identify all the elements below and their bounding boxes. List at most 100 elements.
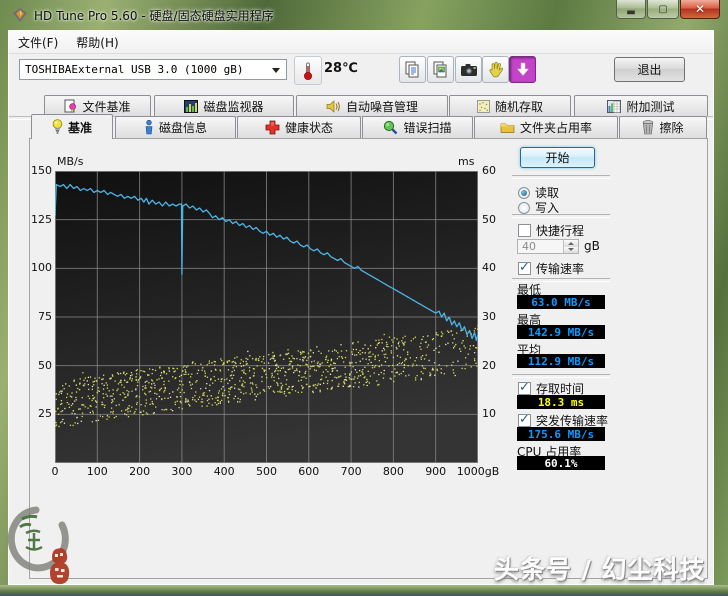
copy-text-button[interactable] <box>399 56 426 83</box>
bar-chart-icon <box>184 99 199 113</box>
min-value: 63.0 MB/s <box>517 295 605 309</box>
separator <box>512 374 610 378</box>
axis-tick-label: 300 <box>171 465 193 478</box>
spinner-down-icon[interactable] <box>564 246 578 253</box>
separator <box>512 214 610 218</box>
axis-tick-label: 50 <box>482 212 496 226</box>
tab-label: 错误扫描 <box>403 121 452 135</box>
axis-tick-label: 150 <box>31 164 52 177</box>
tab-label: 基准 <box>67 120 92 135</box>
benchmark-plot <box>55 171 478 463</box>
tab-label: 随机存取 <box>494 99 543 114</box>
axis-tick-label: 20 <box>482 358 496 372</box>
window-body: 文件(F) 帮助(H) TOSHIBAExternal USB 3.0 (100… <box>8 30 714 585</box>
toolbar: TOSHIBAExternal USB 3.0 (1000 gB) 28℃ 退出 <box>9 54 713 120</box>
thermometer-icon <box>304 62 312 80</box>
spinner-arrows[interactable] <box>563 240 578 253</box>
max-value: 142.9 MB/s <box>517 325 605 339</box>
axis-tick-label: 700 <box>340 465 362 478</box>
download-arrow-icon <box>516 62 529 76</box>
tab-label: 健康状态 <box>284 121 333 135</box>
axis-tick-label: 30 <box>482 310 496 323</box>
magnifier-icon <box>384 120 398 135</box>
folder-icon <box>500 123 515 133</box>
short-stroke-checkbox[interactable] <box>518 224 531 237</box>
axis-tick-label: 900 <box>425 465 447 478</box>
minimize-icon: ▬ <box>626 6 636 18</box>
aam-hand-button[interactable] <box>482 56 509 83</box>
axis-tick-label: 1000gB <box>456 465 500 478</box>
benchmark-tab-page: MB/s ms 150 125 100 75 50 25 60 50 40 30 20 10 0 100 2… <box>29 138 708 579</box>
burst-rate-checkbox[interactable] <box>518 412 531 427</box>
short-stroke-option[interactable]: 快捷行程 <box>518 222 584 239</box>
transfer-rate-option[interactable]: 传输速率 <box>518 260 584 277</box>
copy-image-button[interactable] <box>427 56 454 83</box>
axis-tick-label: 500 <box>256 465 277 478</box>
short-stroke-label: 快捷行程 <box>536 224 585 238</box>
drive-select-value: TOSHIBAExternal USB 3.0 (1000 gB) <box>25 63 244 76</box>
transfer-rate-checkbox[interactable] <box>518 260 531 275</box>
watermark-text: 头条号 / 幻尘科技 <box>494 555 706 584</box>
start-button[interactable]: 开始 <box>520 147 595 168</box>
menubar: 文件(F) 帮助(H) <box>9 31 713 54</box>
tab-file-benchmark[interactable]: 文件基准 <box>44 95 151 116</box>
document-bulb-icon <box>64 99 77 113</box>
copy-image-icon <box>433 61 447 78</box>
tab-erase[interactable]: 擦除 <box>619 116 707 138</box>
screenshot-button[interactable] <box>455 56 482 83</box>
short-stroke-spinner[interactable]: 40 <box>517 239 579 254</box>
save-results-button[interactable] <box>509 56 536 83</box>
tab-extra-tests[interactable]: 附加测试 <box>574 95 708 116</box>
right-axis-unit-label: ms <box>458 155 475 168</box>
axis-tick-label: 400 <box>213 465 235 478</box>
axis-tick-label: 60 <box>482 164 496 177</box>
benchmark-plot-canvas <box>55 171 478 463</box>
left-axis-unit-label: MB/s <box>57 155 84 168</box>
exit-button-label: 退出 <box>637 63 662 77</box>
tab-disk-info[interactable]: 磁盘信息 <box>115 116 236 138</box>
burst-rate-value: 175.6 MB/s <box>517 427 605 441</box>
tab-folder-usage[interactable]: 文件夹占用率 <box>474 116 618 138</box>
tab-label: 自动噪音管理 <box>345 99 418 114</box>
tab-auto-acoustic[interactable]: 自动噪音管理 <box>296 95 448 116</box>
axis-tick-label: 25 <box>38 407 52 421</box>
tab-error-scan[interactable]: 错误扫描 <box>362 116 473 138</box>
axis-tick-label: 50 <box>38 358 52 372</box>
access-time-checkbox[interactable] <box>518 380 531 395</box>
exit-button[interactable]: 退出 <box>614 57 685 82</box>
short-stroke-unit-label: gB <box>584 239 600 253</box>
tab-disk-monitor[interactable]: 磁盘监视器 <box>154 95 294 116</box>
desktop-screenshot: HD Tune Pro 5.60 - 硬盘/固态硬盘实用程序 ▬ ▢ ✕ 文件(… <box>0 0 728 596</box>
red-cross-icon <box>265 120 280 135</box>
titlebar: HD Tune Pro 5.60 - 硬盘/固态硬盘实用程序 ▬ ▢ ✕ <box>0 0 728 30</box>
transfer-rate-label: 传输速率 <box>536 262 585 276</box>
tab-label: 文件夹占用率 <box>519 121 592 135</box>
write-radio[interactable] <box>518 201 530 214</box>
close-icon: ✕ <box>694 2 706 16</box>
temperature-value: 28℃ <box>324 61 358 76</box>
camera-icon <box>460 63 477 76</box>
axis-tick-label: 200 <box>129 465 151 478</box>
maximize-button[interactable]: ▢ <box>647 0 679 19</box>
axis-tick-label: 600 <box>298 465 320 478</box>
tab-label: 磁盘监视器 <box>203 99 264 114</box>
mini-chart-grid-icon <box>607 99 622 113</box>
minimize-button[interactable]: ▬ <box>616 0 646 19</box>
axis-tick-label: 40 <box>482 261 496 275</box>
tab-benchmark-active[interactable]: 基准 <box>31 114 113 139</box>
trash-icon <box>643 120 654 135</box>
maximize-icon: ▢ <box>658 3 668 15</box>
menu-file[interactable]: 文件(F) <box>9 32 67 53</box>
close-button[interactable]: ✕ <box>680 0 720 19</box>
window-title: HD Tune Pro 5.60 - 硬盘/固态硬盘实用程序 <box>34 9 274 23</box>
window-frame-bottom <box>0 585 728 596</box>
temperature-button[interactable] <box>294 56 322 85</box>
drive-select-combobox[interactable]: TOSHIBAExternal USB 3.0 (1000 gB) <box>19 59 287 80</box>
axis-tick-label: 100 <box>86 465 108 478</box>
tab-random-access[interactable]: 随机存取 <box>449 95 571 116</box>
menu-help[interactable]: 帮助(H) <box>67 32 127 53</box>
info-icon <box>145 120 153 135</box>
tab-label: 磁盘信息 <box>158 121 207 135</box>
tab-health[interactable]: 健康状态 <box>237 116 361 138</box>
read-radio[interactable] <box>518 186 530 199</box>
